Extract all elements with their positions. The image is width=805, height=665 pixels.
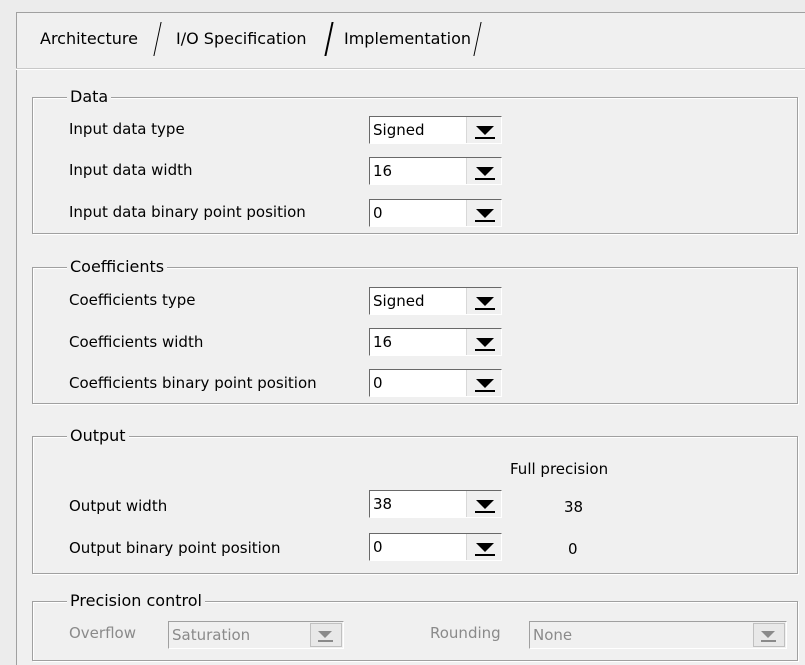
coefficients-binary-point-value: 0 [373,374,383,392]
coefficients-binary-point-label: Coefficients binary point position [69,374,317,392]
chevron-down-icon [476,379,494,388]
output-binary-point-label: Output binary point position [69,539,281,557]
tab-implementation[interactable]: Implementation [338,24,477,54]
input-data-type-label: Input data type [69,120,185,138]
coefficients-type-select[interactable]: Signed [369,287,502,315]
window-top-strip [0,0,805,10]
tab-separator [152,20,164,56]
chevron-down-icon [476,126,494,135]
dropdown-button[interactable] [310,623,342,647]
dropdown-underline [475,220,495,222]
chevron-down-icon [476,500,494,509]
tab-separator [472,20,484,56]
chevron-down-icon [476,297,494,306]
dropdown-button[interactable] [466,370,501,396]
dropdown-underline [475,554,495,556]
input-data-binary-point-select[interactable]: 0 [369,199,502,227]
rounding-value: None [533,626,573,644]
coefficients-group-legend: Coefficients [67,257,168,277]
chevron-down-icon [476,543,494,552]
output-binary-point-full-precision: 0 [568,540,578,558]
dropdown-button[interactable] [466,158,501,184]
output-binary-point-value: 0 [373,538,383,556]
chevron-down-icon [476,167,494,176]
input-data-width-label: Input data width [69,161,193,179]
output-binary-point-select[interactable]: 0 [369,533,502,561]
dropdown-button[interactable] [466,491,501,517]
precision-control-legend: Precision control [67,591,205,611]
dropdown-underline [475,511,495,513]
tab-io-specification[interactable]: I/O Specification [170,24,313,54]
dropdown-underline [318,640,333,642]
coefficients-width-label: Coefficients width [69,333,204,351]
dropdown-button[interactable] [466,117,501,143]
dropdown-underline [475,390,495,392]
input-data-width-value: 16 [373,162,393,180]
coefficients-type-label: Coefficients type [69,291,196,309]
coefficients-width-select[interactable]: 16 [369,328,502,356]
dropdown-button[interactable] [753,623,785,647]
chevron-down-icon [761,631,775,638]
overflow-label: Overflow [69,624,136,642]
coefficients-type-value: Signed [373,292,425,310]
dropdown-button[interactable] [466,288,501,314]
overflow-value: Saturation [172,626,251,644]
input-data-type-value: Signed [373,121,425,139]
dropdown-button[interactable] [466,329,501,355]
dropdown-underline [475,178,495,180]
dropdown-button[interactable] [466,200,501,226]
dropdown-button[interactable] [466,534,501,560]
chevron-down-icon [476,338,494,347]
dropdown-underline [475,349,495,351]
dropdown-underline [475,308,495,310]
rounding-label: Rounding [430,624,501,642]
output-group-legend: Output [67,426,129,446]
chevron-down-icon [318,631,332,638]
coefficients-binary-point-select[interactable]: 0 [369,369,502,397]
tab-architecture[interactable]: Architecture [34,24,144,54]
tab-baseline [16,68,805,70]
output-width-label: Output width [69,497,168,515]
rounding-select[interactable]: None [529,621,787,649]
input-data-width-select[interactable]: 16 [369,157,502,185]
chevron-down-icon [476,209,494,218]
input-data-binary-point-label: Input data binary point position [69,203,306,221]
output-width-full-precision: 38 [564,498,584,516]
dropdown-underline [475,137,495,139]
tab-separator [323,20,335,56]
full-precision-header: Full precision [510,460,609,478]
dropdown-underline [761,640,776,642]
input-data-binary-point-value: 0 [373,204,383,222]
input-data-type-select[interactable]: Signed [369,116,502,144]
data-group-legend: Data [67,87,112,107]
coefficients-width-value: 16 [373,333,393,351]
output-width-select[interactable]: 38 [369,490,502,518]
output-width-value: 38 [373,495,393,513]
overflow-select[interactable]: Saturation [168,621,344,649]
